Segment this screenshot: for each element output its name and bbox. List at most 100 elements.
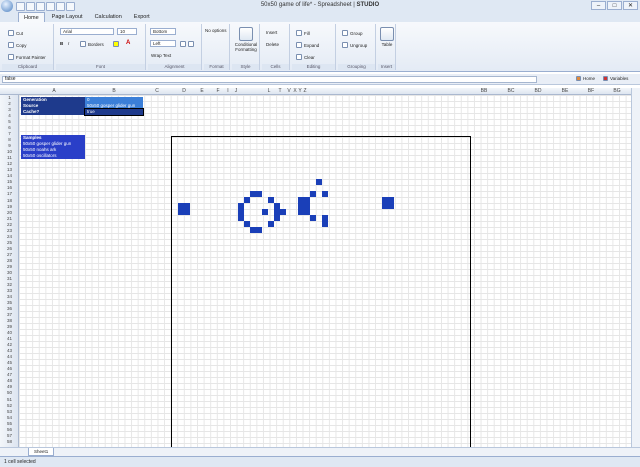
live-cell[interactable] <box>310 215 316 221</box>
row-header[interactable]: 58 <box>0 439 18 445</box>
format-group-label: Format <box>204 64 229 70</box>
maximize-button[interactable]: □ <box>607 1 622 10</box>
conditional-formatting-button[interactable]: Conditional Formatting <box>233 27 259 52</box>
live-cell[interactable] <box>268 221 274 227</box>
home-icon <box>576 76 581 81</box>
variables-icon <box>603 76 608 81</box>
column-header[interactable]: BD <box>532 88 544 95</box>
clipboard-group-label: Clipboard <box>2 64 53 70</box>
column-headers: A B C D E F I J L T V X Y Z BB BC BD BE BF BG <box>0 88 640 95</box>
alignment-group: Bottom Left Wrap Text Alignment <box>148 24 202 70</box>
live-cell[interactable] <box>262 209 268 215</box>
alignment-group-label: Alignment <box>148 64 201 70</box>
table-button[interactable]: Table <box>379 27 395 47</box>
column-header[interactable]: D <box>178 88 190 95</box>
brush-icon <box>8 54 14 60</box>
copy-icon <box>8 42 14 48</box>
ribbon: Cut Copy Format Painter Clipboard Arial … <box>0 22 640 72</box>
window-title: 50x50 game of life* - Spreadsheet | <box>260 2 357 8</box>
fill-color-button[interactable] <box>113 41 119 47</box>
column-header[interactable]: BB <box>478 88 490 95</box>
ungroup-button[interactable]: Ungroup <box>342 42 367 48</box>
copy-button[interactable]: Copy <box>8 42 27 48</box>
tab-home[interactable]: Home <box>18 12 45 22</box>
status-text: 1 cell selected <box>4 459 36 465</box>
format-painter-button[interactable]: Format Painter <box>8 54 46 60</box>
column-header[interactable]: Z <box>299 88 311 95</box>
sample-item[interactable]: 50x50 oscillators <box>21 153 85 159</box>
cache-value[interactable]: true <box>84 108 144 116</box>
insert-button[interactable]: Insert <box>266 30 277 35</box>
column-header[interactable]: J <box>230 88 242 95</box>
font-color-button[interactable]: A <box>126 40 130 46</box>
vertical-align-select[interactable]: Bottom <box>150 28 176 35</box>
live-cell[interactable] <box>280 209 286 215</box>
cache-label: Cache? <box>21 109 85 115</box>
italic-button[interactable]: I <box>68 41 69 46</box>
live-cell[interactable] <box>310 191 316 197</box>
column-header[interactable]: BF <box>585 88 597 95</box>
close-button[interactable]: ✕ <box>623 1 638 10</box>
format-group: No options Format <box>204 24 230 70</box>
live-cell[interactable] <box>388 203 394 209</box>
delete-button[interactable]: Delete <box>266 42 279 47</box>
column-header[interactable]: B <box>108 88 120 95</box>
column-header[interactable]: C <box>151 88 163 95</box>
clipboard-group: Cut Copy Format Painter Clipboard <box>2 24 54 70</box>
conditional-formatting-icon <box>239 27 253 41</box>
tab-page-layout[interactable]: Page Layout <box>47 12 88 22</box>
formula-bar: false Home Variables <box>0 74 640 85</box>
style-group-label: Style <box>232 64 259 70</box>
scissors-icon <box>8 30 14 36</box>
live-cell[interactable] <box>244 197 250 203</box>
ribbon-tabs: Home Page Layout Calculation Export <box>0 12 640 22</box>
bold-button[interactable]: B <box>60 41 63 46</box>
column-header[interactable]: BE <box>559 88 571 95</box>
fill-color-icon <box>113 41 119 47</box>
cut-button[interactable]: Cut <box>8 30 23 36</box>
indent-button[interactable] <box>180 41 194 47</box>
horizontal-scrollbar[interactable]: Sheet1 <box>0 447 640 456</box>
spreadsheet-window: 50x50 game of life* - Spreadsheet | STUD… <box>0 0 640 467</box>
insert-group-label: Insert <box>378 64 395 70</box>
horizontal-align-select[interactable]: Left <box>150 40 176 47</box>
borders-icon <box>80 41 86 47</box>
vertical-scrollbar[interactable] <box>631 88 640 447</box>
live-cell[interactable] <box>184 209 190 215</box>
column-header[interactable]: BG <box>611 88 623 95</box>
editing-group: Fill Expand Clear Editing <box>292 24 336 70</box>
column-header[interactable]: E <box>196 88 208 95</box>
game-board <box>171 136 471 450</box>
column-header[interactable]: BC <box>505 88 517 95</box>
tab-calculation[interactable]: Calculation <box>90 12 127 22</box>
variables-pane-button[interactable]: Variables <box>603 76 628 81</box>
expand-icon <box>296 42 302 48</box>
sheet-tab[interactable]: Sheet1 <box>28 448 55 456</box>
fill-button[interactable]: Fill <box>296 30 310 36</box>
live-cell[interactable] <box>322 221 328 227</box>
ungroup-icon <box>342 42 348 48</box>
formula-input[interactable]: false <box>2 76 537 83</box>
group-button[interactable]: Group <box>342 30 363 36</box>
home-pane-button[interactable]: Home <box>576 76 595 81</box>
tab-export[interactable]: Export <box>129 12 155 22</box>
table-icon <box>380 27 394 41</box>
indent-icon <box>180 41 186 47</box>
live-cell[interactable] <box>316 179 322 185</box>
brand-logo: STUDIO <box>356 2 380 8</box>
minimize-button[interactable]: – <box>591 1 606 10</box>
live-cell[interactable] <box>322 191 328 197</box>
wrap-text-button[interactable]: Wrap Text <box>151 53 171 58</box>
fill-icon <box>296 30 302 36</box>
row-headers: 1 2 3 4 5 6 7 8 9 10 11 12 13 14 15 16 17 18 19 20 21 22 23 24 2… <box>0 95 19 447</box>
font-family-select[interactable]: Arial <box>60 28 114 35</box>
live-cell[interactable] <box>256 227 262 233</box>
outdent-icon <box>188 41 194 47</box>
live-cell[interactable] <box>256 191 262 197</box>
expand-button[interactable]: Expand <box>296 42 319 48</box>
live-cell[interactable] <box>274 215 280 221</box>
clear-button[interactable]: Clear <box>296 54 315 60</box>
font-size-select[interactable]: 10 <box>117 28 137 35</box>
borders-button[interactable]: Borders <box>80 41 104 47</box>
column-header[interactable]: A <box>48 88 60 95</box>
